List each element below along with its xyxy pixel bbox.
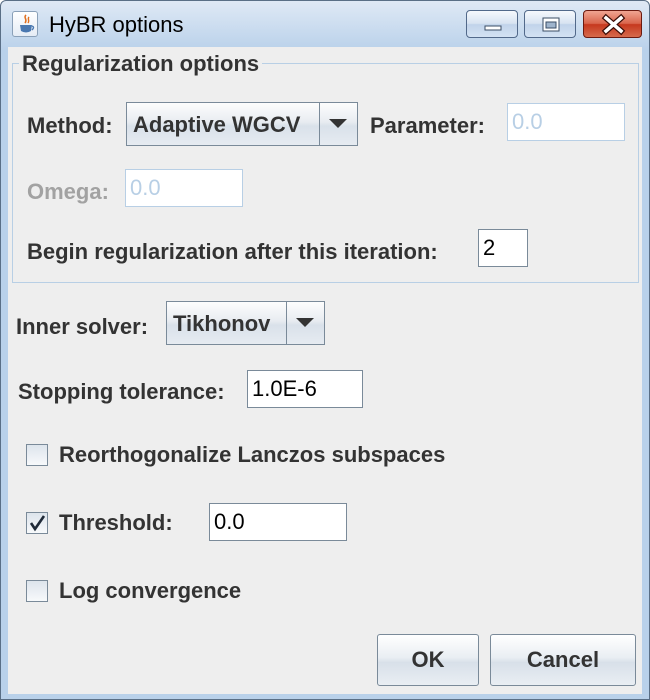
close-button[interactable] [583,10,642,38]
regularization-group-title: Regularization options [19,51,263,77]
stopping-tolerance-field[interactable]: 1.0E-6 [247,370,363,408]
java-cup-icon[interactable] [12,11,38,37]
method-combobox[interactable]: Adaptive WGCV [126,102,358,146]
method-selected-value: Adaptive WGCV [133,112,301,137]
chevron-down-icon [296,318,314,327]
parameter-label: Parameter: [370,113,485,138]
minimize-icon [484,25,502,31]
threshold-field[interactable]: 0.0 [209,503,347,541]
maximize-button[interactable] [524,10,576,38]
title-bar[interactable]: HyBR options [1,1,649,47]
reorthogonalize-checkbox[interactable] [26,444,48,466]
stopping-tolerance-label: Stopping tolerance: [18,379,225,404]
omega-label: Omega: [27,179,109,204]
log-convergence-label[interactable]: Log convergence [59,578,241,604]
options-dialog: HyBR options Regularization options Meth… [0,0,650,700]
inner-solver-combobox[interactable]: Tikhonov [166,301,325,345]
inner-solver-label: Inner solver: [16,314,149,339]
inner-solver-selected-value: Tikhonov [173,311,271,336]
close-icon [601,13,626,36]
begin-iteration-field[interactable]: 2 [478,229,528,267]
parameter-field[interactable]: 0.0 [507,103,625,141]
method-label: Method: [27,113,113,138]
chevron-down-icon [329,119,347,128]
threshold-label[interactable]: Threshold: [59,510,173,536]
cancel-button[interactable]: Cancel [490,634,636,686]
threshold-checkbox[interactable] [26,512,48,534]
dialog-content: Regularization options Method: Adaptive … [8,47,642,694]
omega-field[interactable]: 0.0 [125,169,243,207]
reorthogonalize-label[interactable]: Reorthogonalize Lanczos subspaces [59,442,445,468]
begin-iteration-label: Begin regularization after this iteratio… [27,239,438,264]
log-convergence-checkbox[interactable] [26,580,48,602]
method-dropdown-button[interactable] [319,103,357,145]
inner-solver-dropdown-button[interactable] [286,302,324,344]
maximize-icon [542,17,560,32]
minimize-button[interactable] [466,10,518,38]
window-title: HyBR options [49,12,184,37]
ok-button[interactable]: OK [377,634,479,686]
checkmark-icon [29,515,46,532]
